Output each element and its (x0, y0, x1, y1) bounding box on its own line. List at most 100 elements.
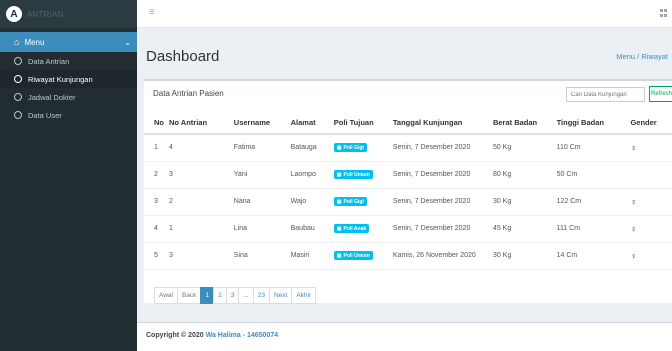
table-row[interactable]: 2 3 Yani Laompo ▣ Poli Umum Senin, 7 Desember … (144, 161, 672, 189)
poli-label: Poli Gigi (343, 198, 364, 205)
breadcrumb-current[interactable]: Riwayat (641, 52, 668, 61)
cell-berat: 80 Kg (492, 161, 557, 189)
cell-tanggal: Senin, 7 Desember 2020 (392, 188, 493, 216)
table-row[interactable]: 1 4 Fatima Batauga ▣ Poli Gigi Senin, 7 Desemb… (144, 134, 672, 162)
poli-icon: ▣ (336, 225, 342, 232)
female-icon: ♀ (630, 142, 638, 153)
cell-tinggi: 110 Cm (556, 134, 631, 162)
cell-username: Yani (233, 161, 291, 189)
cell-poli: ▣ Poli Gigi (333, 188, 393, 216)
cell-username: Lina (233, 215, 291, 243)
cell-poli: ▣ Poli Umum (333, 242, 393, 270)
sidebar-item-label: Data User (28, 110, 62, 120)
column-header: Alamat (290, 112, 334, 135)
column-header: No (144, 112, 169, 135)
sidebar-item-riwayat-kunjungan[interactable]: Riwayat Kunjungan (0, 70, 137, 88)
sidebar-item-label: Jadwal Dokter (28, 92, 76, 102)
breadcrumb-home-link[interactable]: Menu (616, 52, 635, 61)
poli-icon: ▣ (336, 144, 342, 151)
cell-no: 1 (144, 134, 169, 162)
cell-alamat: Batauga (290, 134, 334, 162)
poli-label: Poli Umum (343, 171, 370, 178)
cell-poli: ▣ Poli Umum (333, 161, 393, 189)
sidebar-menu-header[interactable]: ⌂ Menu ⌄ (0, 32, 137, 52)
author-link[interactable]: Wa Halima - 14650074 (206, 332, 279, 339)
sidebar-item-label: Data Antrian (28, 56, 70, 66)
pagination-page[interactable]: 23 (252, 287, 270, 304)
poli-label: Poli Gigi (343, 144, 364, 151)
pagination-first[interactable]: Awal (154, 287, 178, 304)
home-icon: ⌂ (14, 37, 20, 47)
poli-badge: ▣ Poli Gigi (333, 143, 367, 153)
top-navbar: ≡ (137, 0, 672, 28)
pagination-page[interactable]: 3 (225, 287, 240, 304)
search-input[interactable] (566, 87, 645, 102)
pagination-last[interactable]: Akhir (291, 287, 317, 304)
cell-tinggi: 111 Cm (556, 215, 631, 243)
cell-poli: ▣ Poli Gigi (333, 134, 393, 162)
cell-antrian: 3 (169, 242, 234, 270)
apps-grid-icon[interactable] (660, 9, 668, 17)
cell-alamat: Wajo (290, 188, 334, 216)
circle-icon (14, 111, 22, 119)
cell-tinggi: 122 Cm (556, 188, 631, 216)
poli-icon: ▣ (336, 198, 342, 205)
poli-badge: ▣ Poli Gigi (333, 197, 367, 206)
copyright-text: Copyright © 2020 (146, 332, 204, 339)
cell-poli: ▣ Poli Anak (333, 215, 393, 243)
column-header: Tinggi Badan (556, 112, 631, 135)
pagination-next[interactable]: Next (268, 287, 293, 304)
sidebar-item-data-user[interactable]: Data User (0, 106, 137, 124)
pagination-page[interactable]: 1 (200, 287, 215, 304)
pagination-page[interactable]: 2 (213, 287, 227, 304)
table-row[interactable]: 4 1 Lina Baubau ▣ Poli Anak Senin, 7 Desember … (144, 215, 672, 243)
brand[interactable]: A ANTRIAN (0, 0, 137, 28)
column-header: Tanggal Kunjungan (392, 112, 493, 135)
refresh-button[interactable]: Refresh (649, 86, 672, 102)
cell-antrian: 2 (169, 188, 234, 216)
cell-no: 2 (144, 161, 169, 189)
sidebar-item-data-antrian[interactable]: Data Antrian (0, 52, 137, 70)
app-name: ANTRIAN (27, 9, 64, 19)
cell-username: Fatima (233, 134, 291, 162)
poli-badge: ▣ Poli Umum (333, 251, 373, 260)
data-box: Data Antrian Pasien Refresh NoNo Antrian… (144, 79, 672, 304)
sidebar-item-jadwal-dokter[interactable]: Jadwal Dokter (0, 88, 137, 106)
column-header: No Antrian (169, 112, 234, 135)
cell-gender: ♀ (630, 188, 672, 216)
cell-tinggi: 14 Cm (556, 242, 631, 270)
poli-icon: ▣ (336, 171, 342, 178)
cell-berat: 30 Kg (492, 242, 557, 270)
footer-copyright: Copyright © 2020 Wa Halima - 14650074 (146, 332, 278, 339)
female-icon: ♀ (630, 196, 638, 207)
cell-tanggal: Senin, 7 Desember 2020 (392, 161, 493, 189)
circle-icon (14, 57, 22, 65)
column-header: Username (233, 112, 291, 135)
hamburger-icon[interactable]: ≡ (149, 8, 155, 18)
cell-alamat: Baubau (290, 215, 334, 243)
cell-username: Sina (233, 242, 291, 270)
table-row[interactable]: 3 2 Nana Wajo ▣ Poli Gigi Senin, 7 Desember 20… (144, 188, 672, 216)
female-icon: ♀ (630, 250, 638, 261)
cell-tanggal: Senin, 7 Desember 2020 (392, 215, 493, 243)
column-header: Gender (630, 112, 672, 135)
poli-badge: ▣ Poli Anak (333, 224, 370, 233)
poli-label: Poli Anak (343, 225, 367, 232)
circle-icon (14, 75, 22, 83)
cell-gender: ♀ (630, 215, 672, 243)
poli-icon: ▣ (336, 252, 342, 259)
cell-alamat: Masiri (290, 242, 334, 270)
pagination-back[interactable]: Back (176, 287, 202, 304)
circle-icon (14, 93, 22, 101)
poli-badge: ▣ Poli Umum (333, 170, 373, 179)
table-row[interactable]: 5 3 Sina Masiri ▣ Poli Umum Kamis, 26 November… (144, 242, 672, 270)
cell-gender (630, 161, 672, 189)
cell-no: 5 (144, 242, 169, 270)
cell-tinggi: 50 Cm (556, 161, 631, 189)
menu-label: Menu (24, 37, 45, 47)
box-title: Data Antrian Pasien (153, 89, 224, 98)
chevron-down-icon: ⌄ (124, 37, 131, 47)
pagination-page: ... (238, 287, 254, 304)
page-title: Dashboard (146, 48, 220, 65)
cell-berat: 30 Kg (492, 188, 557, 216)
